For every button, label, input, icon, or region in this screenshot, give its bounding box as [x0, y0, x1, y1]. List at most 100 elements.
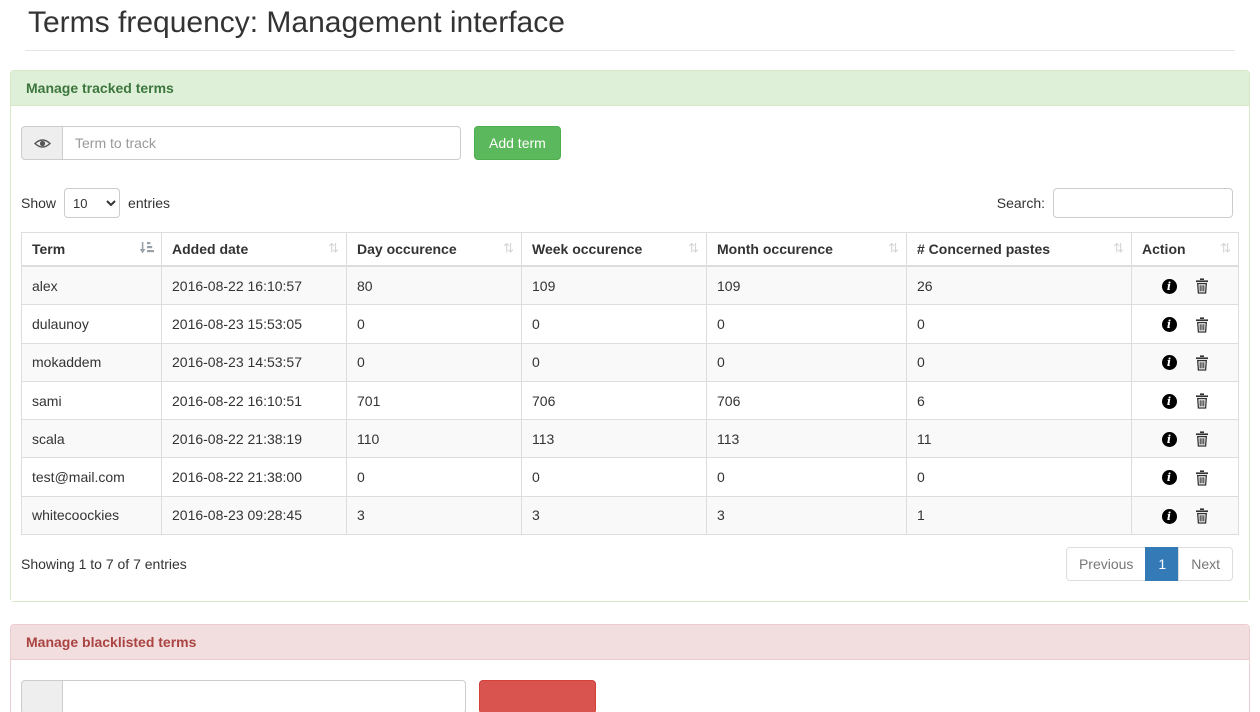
cell-pastes: 26	[907, 266, 1132, 305]
cell-added: 2016-08-23 15:53:05	[162, 305, 347, 343]
cell-week: 706	[522, 381, 707, 419]
terms-table-body: alex2016-08-22 16:10:578010910926idulaun…	[22, 266, 1239, 535]
info-circle-icon[interactable]: i	[1162, 394, 1177, 409]
blacklisted-terms-panel-heading: Manage blacklisted terms	[11, 625, 1249, 660]
cell-pastes: 0	[907, 458, 1132, 496]
cell-added: 2016-08-22 16:10:57	[162, 266, 347, 305]
blacklist-term-button[interactable]	[479, 680, 596, 712]
table-row: scala2016-08-22 21:38:1911011311311i	[22, 420, 1239, 458]
column-header-concerned-pastes[interactable]: # Concerned pastes ⇅	[907, 233, 1132, 267]
search-input[interactable]	[1053, 188, 1233, 218]
cell-month: 0	[707, 343, 907, 381]
term-input-group	[21, 126, 461, 160]
cell-day: 0	[347, 458, 522, 496]
table-row: test@mail.com2016-08-22 21:38:000000i	[22, 458, 1239, 496]
show-label: Show	[21, 195, 56, 211]
info-circle-icon[interactable]: i	[1162, 279, 1177, 294]
trash-icon[interactable]	[1195, 393, 1209, 409]
term-to-track-input[interactable]	[63, 126, 461, 160]
cell-week: 0	[522, 305, 707, 343]
cell-week: 0	[522, 458, 707, 496]
column-header-action[interactable]: Action ⇅	[1132, 233, 1239, 267]
cell-week: 109	[522, 266, 707, 305]
blacklisted-terms-panel: Manage blacklisted terms	[10, 624, 1250, 712]
cell-month: 706	[707, 381, 907, 419]
entries-label: entries	[128, 195, 170, 211]
sort-both-icon: ⇅	[1220, 242, 1231, 257]
cell-term: sami	[22, 381, 162, 419]
cell-added: 2016-08-22 16:10:51	[162, 381, 347, 419]
cell-pastes: 1	[907, 496, 1132, 534]
cell-added: 2016-08-23 14:53:57	[162, 343, 347, 381]
sort-both-icon: ⇅	[688, 242, 699, 257]
cell-term: dulaunoy	[22, 305, 162, 343]
tracked-terms-panel: Manage tracked terms Add term Show	[10, 70, 1250, 602]
trash-icon[interactable]	[1195, 470, 1209, 486]
info-circle-icon[interactable]: i	[1162, 432, 1177, 447]
add-term-row: Add term	[21, 126, 1239, 160]
trash-icon[interactable]	[1195, 431, 1209, 447]
blacklist-addon-icon	[21, 680, 63, 712]
table-row: whitecoockies2016-08-23 09:28:453331i	[22, 496, 1239, 534]
cell-term: mokaddem	[22, 343, 162, 381]
cell-action: i	[1132, 458, 1239, 496]
search-control: Search:	[997, 188, 1233, 218]
info-circle-icon[interactable]: i	[1162, 317, 1177, 332]
cell-month: 3	[707, 496, 907, 534]
sort-both-icon: ⇅	[1113, 242, 1124, 257]
cell-day: 701	[347, 381, 522, 419]
cell-day: 3	[347, 496, 522, 534]
table-row: dulaunoy2016-08-23 15:53:050000i	[22, 305, 1239, 343]
info-circle-icon[interactable]: i	[1162, 355, 1177, 370]
cell-month: 113	[707, 420, 907, 458]
info-circle-icon[interactable]: i	[1162, 509, 1177, 524]
trash-icon[interactable]	[1195, 278, 1209, 294]
column-header-added-date[interactable]: Added date ⇅	[162, 233, 347, 267]
add-term-button[interactable]: Add term	[474, 126, 561, 160]
table-info-text: Showing 1 to 7 of 7 entries	[21, 556, 187, 572]
sort-ascending-icon	[139, 241, 154, 257]
cell-month: 0	[707, 305, 907, 343]
sort-both-icon: ⇅	[888, 242, 899, 257]
trash-icon[interactable]	[1195, 355, 1209, 371]
cell-action: i	[1132, 343, 1239, 381]
page-length-control: Show 10 entries	[21, 188, 170, 218]
tracked-terms-panel-heading: Manage tracked terms	[11, 71, 1249, 106]
cell-week: 0	[522, 343, 707, 381]
page-title: Terms frequency: Management interface	[28, 6, 1232, 40]
pagination-previous[interactable]: Previous	[1066, 547, 1146, 581]
cell-term: scala	[22, 420, 162, 458]
blacklist-term-input[interactable]	[63, 680, 466, 712]
sort-both-icon: ⇅	[503, 242, 514, 257]
cell-day: 110	[347, 420, 522, 458]
cell-month: 109	[707, 266, 907, 305]
cell-week: 113	[522, 420, 707, 458]
column-header-month-occurence[interactable]: Month occurence ⇅	[707, 233, 907, 267]
cell-month: 0	[707, 458, 907, 496]
info-circle-icon[interactable]: i	[1162, 470, 1177, 485]
cell-pastes: 11	[907, 420, 1132, 458]
pagination-next[interactable]: Next	[1178, 547, 1233, 581]
tracked-terms-panel-body: Add term Show 10 entries Search:	[11, 106, 1249, 601]
pagination-page-1[interactable]: 1	[1145, 547, 1179, 581]
table-row: sami2016-08-22 16:10:517017067066i	[22, 381, 1239, 419]
cell-day: 0	[347, 305, 522, 343]
cell-action: i	[1132, 381, 1239, 419]
cell-added: 2016-08-22 21:38:00	[162, 458, 347, 496]
datatable-footer: Showing 1 to 7 of 7 entries Previous 1 N…	[21, 547, 1239, 581]
trash-icon[interactable]	[1195, 317, 1209, 333]
cell-action: i	[1132, 496, 1239, 534]
trash-icon[interactable]	[1195, 508, 1209, 524]
blacklisted-terms-panel-body	[11, 660, 1249, 712]
search-label: Search:	[997, 195, 1045, 211]
cell-added: 2016-08-23 09:28:45	[162, 496, 347, 534]
cell-pastes: 6	[907, 381, 1132, 419]
tracked-terms-table: Term	[21, 232, 1239, 535]
pagination: Previous 1 Next	[1066, 547, 1233, 581]
column-header-week-occurence[interactable]: Week occurence ⇅	[522, 233, 707, 267]
column-header-day-occurence[interactable]: Day occurence ⇅	[347, 233, 522, 267]
eye-icon	[21, 126, 63, 160]
page-length-select[interactable]: 10	[64, 188, 120, 218]
column-header-term[interactable]: Term	[22, 233, 162, 267]
table-row: alex2016-08-22 16:10:578010910926i	[22, 266, 1239, 305]
